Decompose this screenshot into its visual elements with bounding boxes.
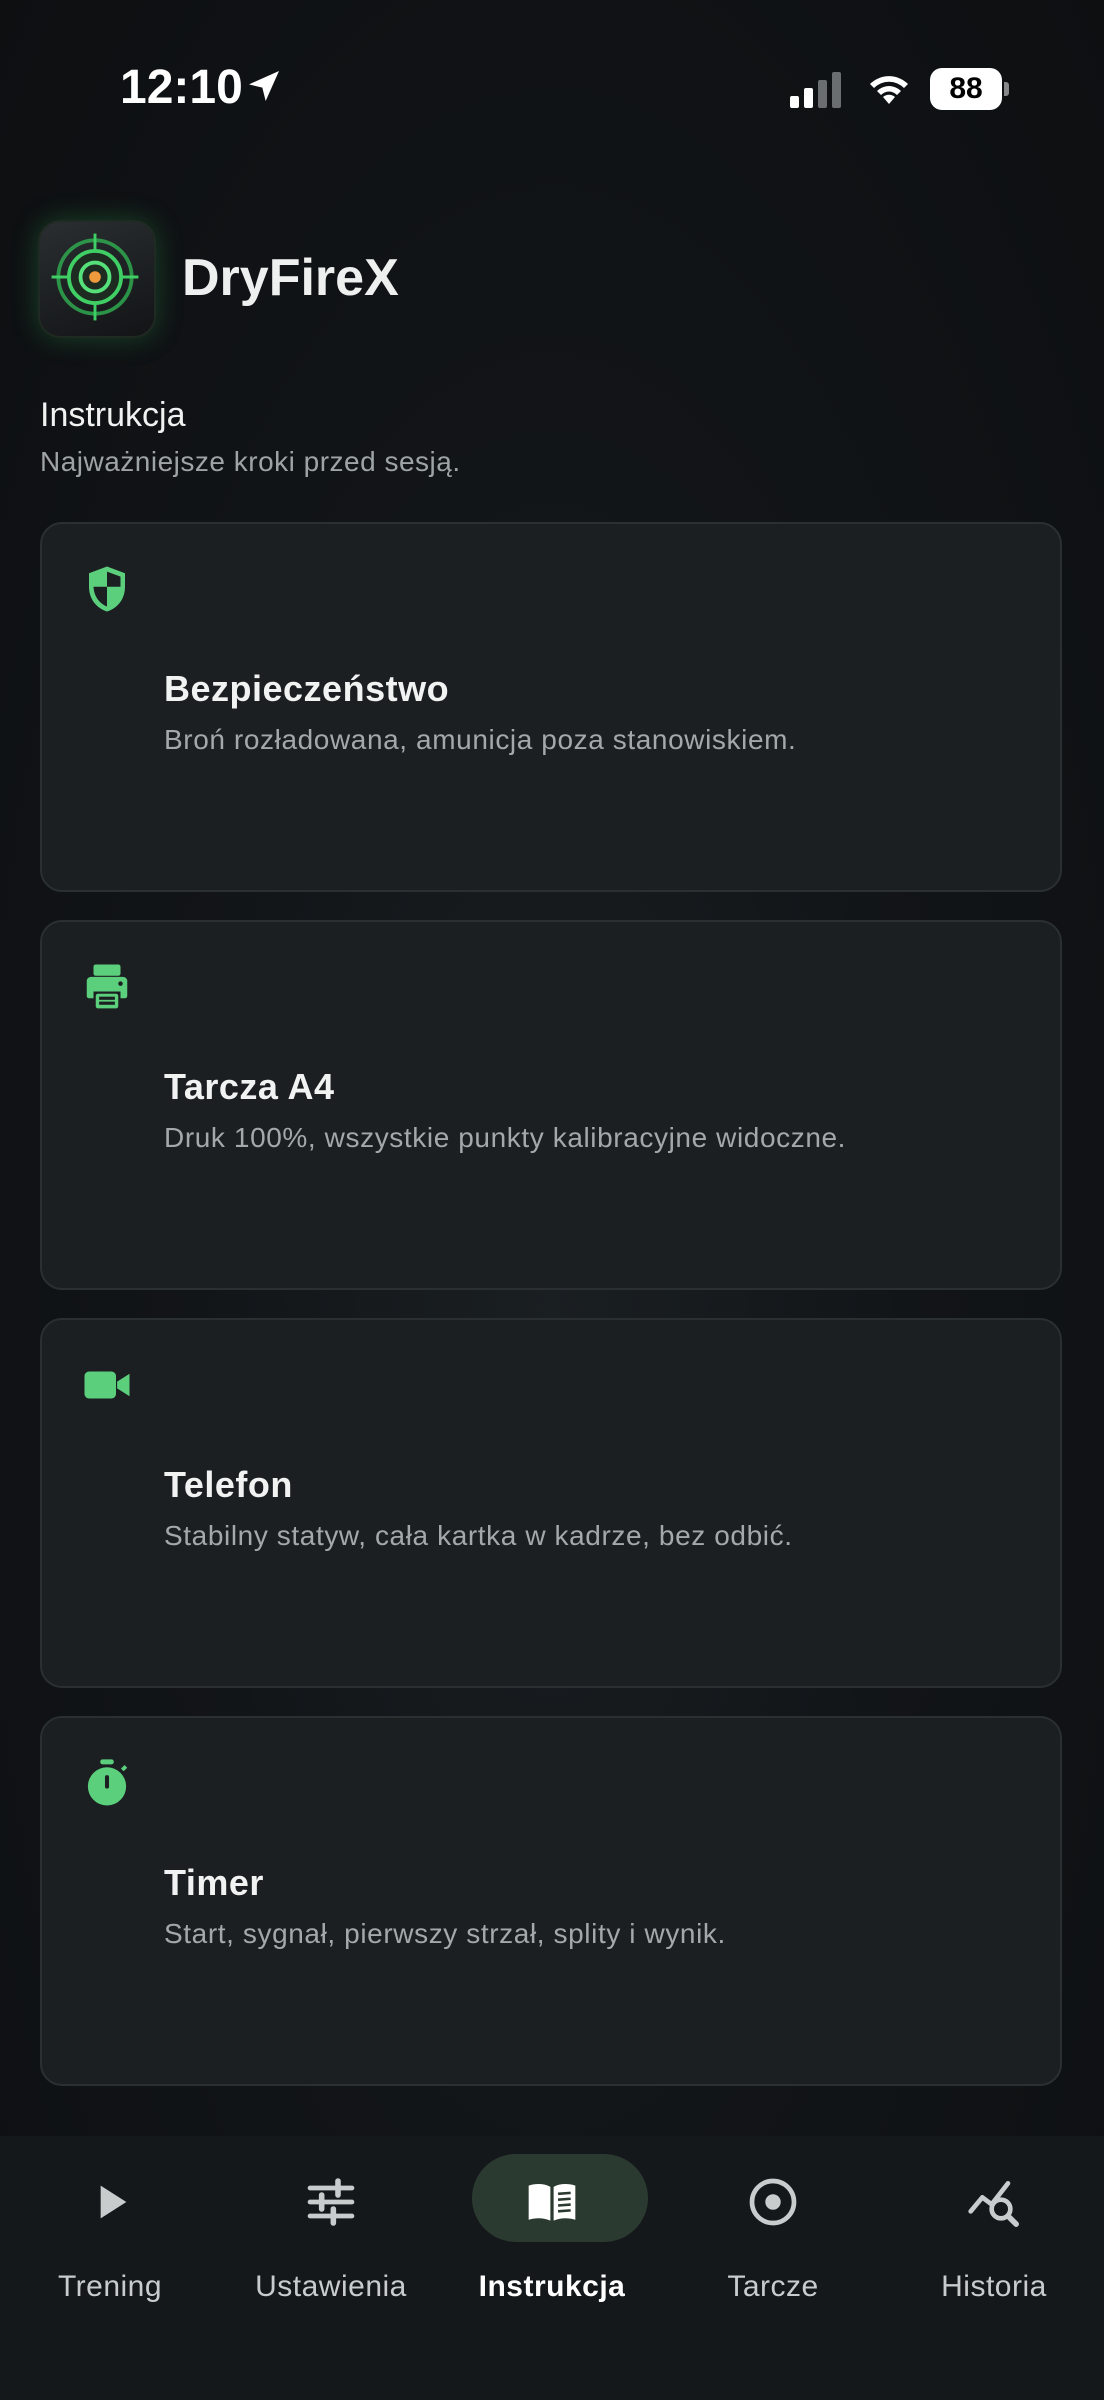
battery-indicator: 88 (930, 68, 1009, 110)
chart-search-icon (968, 2181, 1019, 2227)
play-icon (100, 2185, 127, 2219)
wifi-icon (870, 76, 908, 104)
tab-label: Instrukcja (478, 2270, 626, 2303)
section-subtitle: Najważniejsze kroki przed sesją. (40, 446, 461, 477)
app-title: DryFireX (182, 249, 399, 307)
tab-label: Ustawienia (255, 2270, 407, 2303)
sliders-icon (307, 2178, 355, 2226)
instruction-card-safety[interactable]: Bezpieczeństwo Broń rozładowana, amunicj… (40, 522, 1062, 892)
location-arrow-icon (249, 71, 279, 101)
instruction-card-phone[interactable]: Telefon Stabilny statyw, cała kartka w k… (40, 1318, 1062, 1688)
section-title: Instrukcja (40, 396, 186, 434)
book-icon (528, 2184, 576, 2221)
card-description: Stabilny statyw, cała kartka w kadrze, b… (164, 1520, 793, 1551)
stopwatch-icon (87, 1759, 128, 1806)
target-logo-icon (51, 233, 139, 321)
tab-tarcze[interactable]: Tarcze (663, 2136, 883, 2336)
video-camera-icon (84, 1371, 130, 1399)
tab-label: Tarcze (727, 2270, 819, 2303)
card-title: Timer (164, 1862, 264, 1903)
tab-ustawienia[interactable]: Ustawienia (221, 2136, 441, 2336)
printer-icon (86, 964, 128, 1009)
tab-bar: Trening Ustawienia Instrukcja Tarcze His… (0, 2136, 1104, 2400)
tab-trening[interactable]: Trening (0, 2136, 220, 2336)
tab-label: Historia (941, 2270, 1047, 2303)
shield-icon (89, 566, 125, 612)
target-icon (749, 2178, 797, 2226)
card-description: Druk 100%, wszystkie punkty kalibracyjne… (164, 1122, 847, 1153)
card-description: Start, sygnał, pierwszy strzał, splity i… (164, 1918, 726, 1949)
card-title: Tarcza A4 (164, 1066, 335, 1107)
tab-instrukcja[interactable]: Instrukcja (442, 2136, 662, 2336)
cellular-signal-icon (790, 72, 841, 108)
battery-tip (1004, 82, 1009, 96)
instruction-card-timer[interactable]: Timer Start, sygnał, pierwszy strzał, sp… (40, 1716, 1062, 2086)
card-description: Broń rozładowana, amunicja poza stanowis… (164, 724, 797, 755)
tab-historia[interactable]: Historia (884, 2136, 1104, 2336)
battery-body: 88 (930, 68, 1002, 110)
status-bar: 12:10 88 (0, 0, 1104, 160)
tab-label: Trening (57, 2270, 163, 2303)
status-time: 12:10 (120, 61, 243, 114)
app-logo (38, 220, 156, 338)
card-title: Telefon (164, 1464, 293, 1505)
card-title: Bezpieczeństwo (164, 668, 450, 709)
instruction-card-target-a4[interactable]: Tarcza A4 Druk 100%, wszystkie punkty ka… (40, 920, 1062, 1290)
battery-level: 88 (949, 72, 983, 105)
